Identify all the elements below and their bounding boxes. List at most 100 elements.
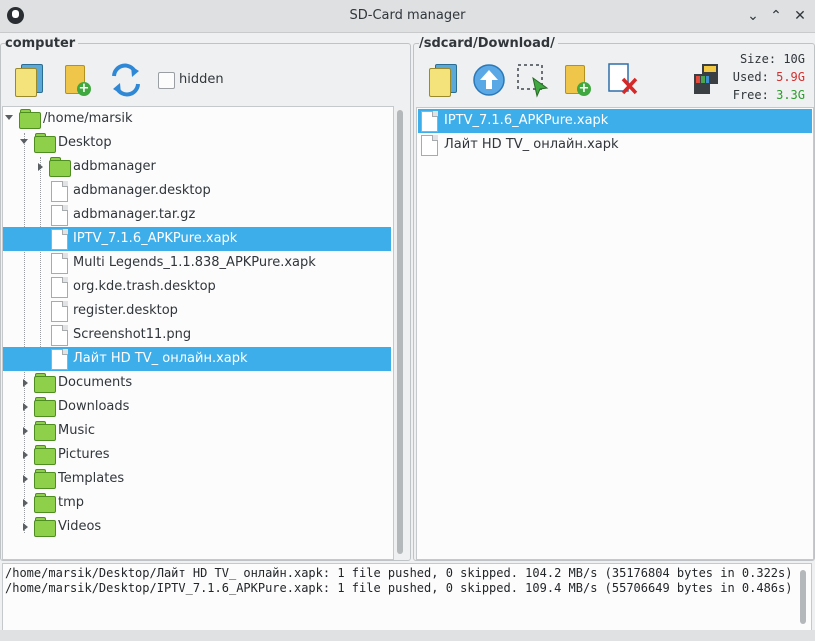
expand-arrow-icon[interactable] [23,427,28,435]
used-stat: Used: 5.9G [733,70,805,84]
used-label: Used: [732,70,769,84]
folder-icon [34,373,56,393]
expand-arrow-icon[interactable] [23,499,28,507]
list-item[interactable]: Лайт HD TV_ онлайн.xapk [418,133,812,157]
expand-arrow-icon[interactable] [23,379,28,387]
used-value: 5.9G [776,70,805,84]
tree-item-label: Screenshot11.png [73,327,192,342]
tree-item-label: Pictures [58,447,110,462]
refresh-icon[interactable] [108,62,144,98]
collapse-arrow-icon[interactable] [5,115,13,120]
computer-pane-label: computer [5,36,79,51]
hidden-label: hidden [179,72,224,87]
free-stat: Free: 3.3G [733,88,805,102]
tree-row-desktop[interactable]: Desktop [3,131,391,155]
folder-icon [34,445,56,465]
hidden-checkbox[interactable] [158,72,175,89]
folder-icon [34,397,56,417]
delete-icon[interactable] [606,62,642,98]
file-icon [421,135,438,156]
tree-item-label: tmp [58,495,85,510]
log-scrollbar[interactable] [800,570,806,624]
new-folder-icon[interactable]: + [560,62,596,98]
list-item-label: IPTV_7.1.6_APKPure.xapk [444,113,609,128]
new-folder-icon[interactable]: + [60,62,96,98]
file-icon [51,301,68,322]
tree-item-label: Downloads [58,399,130,414]
size-stat: Size: 10G [740,52,805,66]
folder-icon [34,517,56,537]
tree-item-label: Music [58,423,95,438]
close-icon[interactable]: ✕ [790,6,810,26]
sdcard-path-label: /sdcard/Download/ [419,36,558,51]
file-icon [51,325,68,346]
tree-row-file[interactable]: IPTV_7.1.6_APKPure.xapk [3,227,391,251]
size-label: Size: [739,52,777,66]
tree-row-tmp[interactable]: tmp [3,491,391,515]
folder-icon [34,469,56,489]
file-icon [51,181,68,202]
folder-icon [34,133,56,153]
tree-item-label: IPTV_7.1.6_APKPure.xapk [73,231,238,246]
tree-row-videos[interactable]: Videos [3,515,391,539]
tree-row-file[interactable]: adbmanager.tar.gz [3,203,391,227]
tree-item-label: adbmanager.desktop [73,183,211,198]
size-value: 10G [783,52,805,66]
expand-arrow-icon[interactable] [23,475,28,483]
tree-item-label: Documents [58,375,133,390]
folder-icon [49,157,71,177]
copy-to-computer-icon[interactable] [426,62,462,98]
tree-item-label: org.kde.trash.desktop [73,279,216,294]
window-title: SD-Card manager [349,8,466,23]
minimize-icon[interactable]: ⌄ [743,6,763,26]
tree-row-file[interactable]: adbmanager.desktop [3,179,391,203]
tree-row-adbmanager[interactable]: adbmanager [3,155,391,179]
tree-row-documents[interactable]: Documents [3,371,391,395]
tree-row-pictures[interactable]: Pictures [3,443,391,467]
tree-row-file[interactable]: Screenshot11.png [3,323,391,347]
tree-item-label: adbmanager.tar.gz [73,207,196,222]
tree-row-file[interactable]: register.desktop [3,299,391,323]
collapse-arrow-icon[interactable] [20,139,28,144]
tree-row-music[interactable]: Music [3,419,391,443]
tree-item-label: /home/marsik [43,111,133,126]
tree-row-templates[interactable]: Templates [3,467,391,491]
title-bar: SD-Card manager ⌄ ⌃ ✕ [0,0,815,33]
tree-row-file[interactable]: Лайт HD TV_ онлайн.xapk [3,347,391,371]
list-item[interactable]: IPTV_7.1.6_APKPure.xapk [418,109,812,133]
file-icon [51,349,68,370]
computer-file-tree[interactable]: /home/marsik Desktop adbmanager adbmanag… [2,106,394,560]
file-icon [51,253,68,274]
sdcard-icon [690,62,726,98]
free-value: 3.3G [776,88,805,102]
tree-item-label: register.desktop [73,303,178,318]
file-icon [51,277,68,298]
tree-row-downloads[interactable]: Downloads [3,395,391,419]
list-item-label: Лайт HD TV_ онлайн.xapk [444,137,619,152]
left-scrollbar[interactable] [397,110,403,554]
log-output[interactable]: /home/marsik/Desktop/Лайт HD TV_ онлайн.… [2,563,812,631]
status-bar [0,630,815,641]
tree-row-file[interactable]: org.kde.trash.desktop [3,275,391,299]
folder-icon [34,421,56,441]
log-line: /home/marsik/Desktop/IPTV_7.1.6_APKPure.… [5,581,793,595]
select-icon[interactable] [515,62,551,98]
tree-item-label: Лайт HD TV_ онлайн.xapk [73,351,248,366]
maximize-icon[interactable]: ⌃ [766,6,786,26]
tree-item-label: Videos [58,519,102,534]
up-icon[interactable] [471,62,507,98]
expand-arrow-icon[interactable] [23,451,28,459]
free-label: Free: [732,88,769,102]
expand-arrow-icon[interactable] [23,403,28,411]
expand-arrow-icon[interactable] [38,163,43,171]
expand-arrow-icon[interactable] [23,523,28,531]
folder-icon [19,109,41,129]
tree-row-home[interactable]: /home/marsik [3,107,391,131]
tree-item-label: adbmanager [73,159,156,174]
tree-row-file[interactable]: Multi Legends_1.1.838_APKPure.xapk [3,251,391,275]
tree-item-label: Multi Legends_1.1.838_APKPure.xapk [73,255,316,270]
file-icon [51,229,68,250]
file-icon [421,111,438,132]
sdcard-file-list[interactable]: IPTV_7.1.6_APKPure.xapk Лайт HD TV_ онла… [416,107,814,560]
copy-to-sdcard-icon[interactable] [12,62,48,98]
